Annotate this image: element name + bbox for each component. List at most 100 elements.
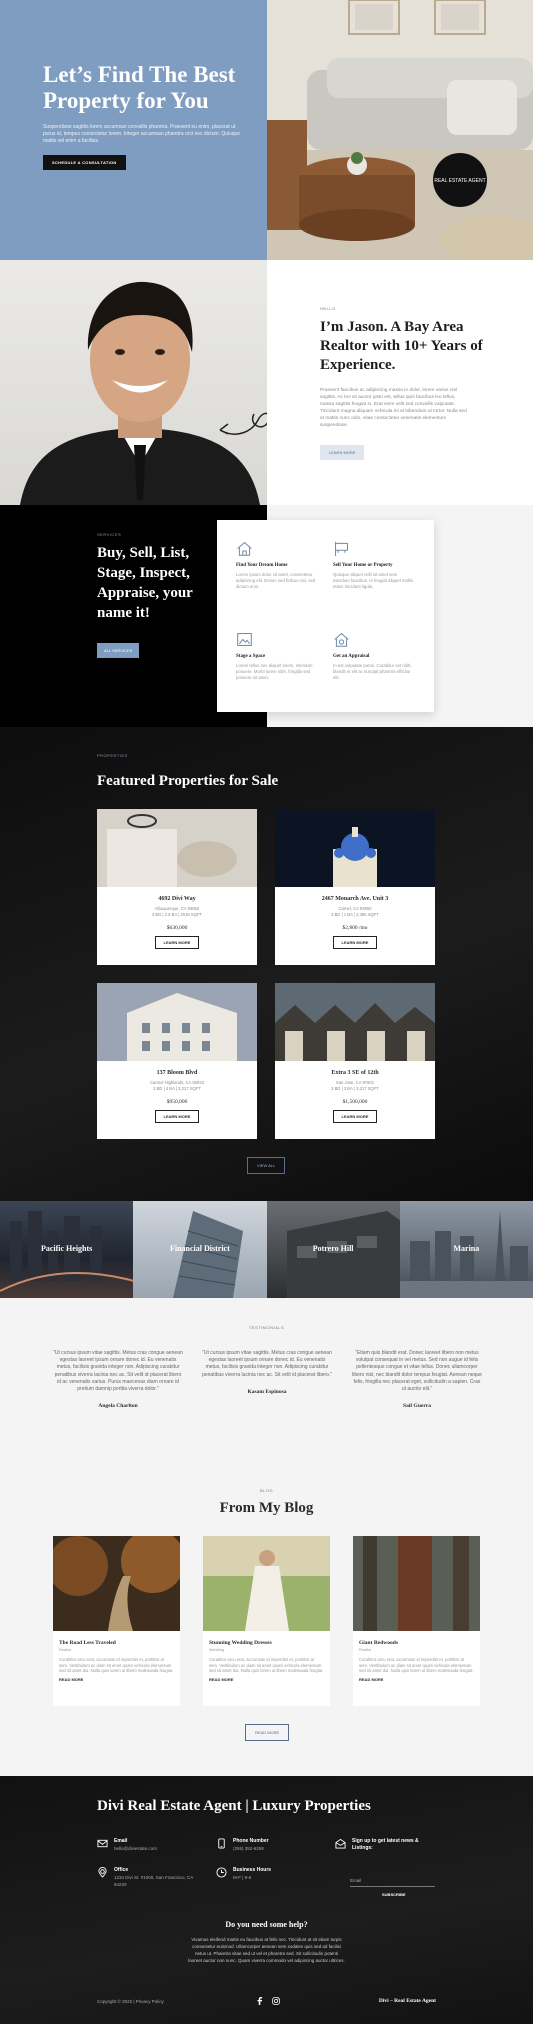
- property-name: 137 Bloom Blvd: [156, 1070, 198, 1076]
- all-services-button[interactable]: ALL SERVICES: [97, 643, 140, 658]
- hero-section: Let’s Find The Best Property for You Sus…: [0, 0, 533, 260]
- newsletter-label: Sign up to get latest news & Listings:: [352, 1838, 419, 1851]
- footer-section: Divi Real Estate Agent | Luxury Properti…: [0, 1776, 533, 2024]
- property-learn-more-button[interactable]: LEARN MORE: [155, 936, 199, 949]
- badge-text: REAL ESTATE AGENT: [434, 178, 485, 184]
- service-title: Find Your Dream Home: [236, 563, 288, 568]
- email-value[interactable]: hello@diviestate.com: [114, 1846, 157, 1853]
- subscribe-button[interactable]: SUBSCRIBE: [382, 1892, 406, 1897]
- blog-read-more-link[interactable]: READ MORE: [359, 1677, 474, 1682]
- testimonials-eyebrow: TESTIMONIALS: [248, 1325, 285, 1330]
- footer-title: Divi Real Estate Agent | Luxury Properti…: [97, 1798, 371, 1814]
- property-image: [275, 809, 435, 887]
- property-card[interactable]: Extra 3 SE of 12th San Jose, CA 97601 3 …: [275, 983, 435, 1139]
- footer-email: Email hello@diviestate.com: [97, 1838, 157, 1853]
- envelope-icon: [97, 1839, 108, 1848]
- about-title: I’m Jason. A Bay Area Realtor with 10+ Y…: [320, 319, 483, 373]
- featured-properties-section: PROPERTIES Featured Properties for Sale …: [0, 727, 533, 1201]
- blog-read-more-button[interactable]: READ MORE: [245, 1724, 290, 1741]
- about-section: HELLO I’m Jason. A Bay Area Realtor with…: [0, 260, 533, 505]
- hero-title: Let’s Find The Best Property for You: [43, 62, 236, 113]
- property-learn-more-button[interactable]: LEARN MORE: [333, 936, 377, 949]
- property-learn-more-button[interactable]: LEARN MORE: [333, 1110, 377, 1123]
- neighborhood-tile[interactable]: Pacific Heights: [0, 1201, 134, 1298]
- testimonial-author: Angela Charlton: [98, 1403, 138, 1410]
- location-icon: [98, 1867, 107, 1878]
- properties-title: Featured Properties for Sale: [97, 773, 279, 789]
- services-eyebrow: SERVICES: [97, 532, 122, 537]
- property-price: $630,000: [166, 925, 188, 931]
- newsletter-email-input[interactable]: Email: [350, 1878, 435, 1887]
- blog-post-excerpt: Curabitur arcu erat, accumsan id imperdi…: [209, 1657, 324, 1673]
- blog-post-category: Realtor: [359, 1648, 372, 1652]
- about-learn-more-button[interactable]: LEARN MORE: [320, 445, 365, 460]
- hero-text-panel: Let’s Find The Best Property for You Sus…: [0, 0, 267, 260]
- service-text: Lorem tellus nec aliquet lorem, interdum…: [236, 663, 313, 680]
- schedule-consultation-button[interactable]: SCHEDULE A CONSULTATION: [43, 155, 126, 170]
- property-specs: 3 BD | 2.5 BA | 2015 SQFT: [151, 912, 203, 917]
- property-name: 4692 Divi Way: [158, 896, 196, 902]
- service-text: In est vulputate purus. Curabitur est ni…: [333, 663, 412, 680]
- testimonial-item: “Ut cursus ipsum vitae sagittis. Metus c…: [53, 1350, 183, 1409]
- neighborhood-name: Potrero Hill: [312, 1244, 354, 1253]
- view-all-button[interactable]: VIEW ALL: [247, 1157, 286, 1174]
- copyright-text: Copyright © 2022 | Privacy Policy: [97, 1999, 164, 2004]
- blog-post-excerpt: Curabitur arcu erat, accumsan id imperdi…: [359, 1657, 474, 1673]
- hours-value: M-F | 9-6: [233, 1875, 252, 1880]
- service-title: Get an Appraisal: [333, 654, 370, 659]
- neighborhood-name: Financial District: [169, 1244, 230, 1253]
- portrait-illustration: [20, 281, 260, 505]
- neighborhood-tile[interactable]: Potrero Hill: [266, 1201, 400, 1298]
- realtor-portrait: [0, 260, 267, 505]
- blog-post-excerpt: Curabitur arcu erat, accumsan id imperdi…: [59, 1657, 174, 1673]
- blog-card[interactable]: The Road Less Traveled Realtor Curabitur…: [53, 1536, 180, 1706]
- footer-brand: Divi – Real Estate Agent: [378, 1998, 436, 2004]
- neighborhoods-section: Pacific Heights Financial District Potre…: [0, 1201, 533, 1298]
- help-text: Vivamus eleifend mattis eu faucibus at f…: [188, 1937, 345, 1963]
- services-card: Find Your Dream Home Lorem ipsum dolor s…: [217, 520, 434, 712]
- property-card[interactable]: 137 Bloom Blvd Carmel Highlands, CA 9392…: [97, 983, 257, 1139]
- neighborhood-tile[interactable]: Financial District: [133, 1201, 267, 1298]
- blog-post-title: Stunning Wedding Dresses: [209, 1640, 272, 1646]
- clock-icon: [216, 1867, 227, 1878]
- footer-phone: Phone Number (255) 352-6258: [216, 1838, 269, 1853]
- blog-post-category: Wedding: [209, 1648, 224, 1652]
- appraisal-icon: [334, 632, 349, 647]
- blog-section: BLOG From My Blog The Road Less Traveled…: [0, 1478, 533, 1776]
- phone-icon: [218, 1838, 225, 1849]
- property-card[interactable]: 4692 Divi Way Albuquerque, CA 93652 3 BD…: [97, 809, 257, 965]
- phone-value[interactable]: (255) 352-6258: [233, 1846, 269, 1853]
- testimonial-quote: “Ut cursus ipsum vitae sagittis. Metus c…: [53, 1350, 183, 1393]
- property-price: $2,800 /mo: [342, 925, 368, 931]
- blog-card[interactable]: Stunning Wedding Dresses Wedding Curabit…: [203, 1536, 330, 1706]
- blog-card[interactable]: Giant Redwoods Realtor Curabitur arcu er…: [353, 1536, 480, 1706]
- instagram-icon[interactable]: [272, 1997, 280, 2005]
- service-text: Quisque aliquet velit sit amet sem inter…: [333, 572, 414, 589]
- blog-eyebrow: BLOG: [259, 1488, 274, 1493]
- property-image: [97, 983, 257, 1061]
- service-item: Get an Appraisal In est vulputate purus.…: [333, 631, 415, 712]
- facebook-icon[interactable]: [256, 1997, 263, 2005]
- property-card[interactable]: 2467 Monarch Ave. Unit 3 Carnel, CA 9395…: [275, 809, 435, 965]
- property-price: $950,000: [166, 1099, 188, 1105]
- service-title: Stage a Space: [236, 654, 266, 659]
- blog-read-more-link[interactable]: READ MORE: [59, 1677, 174, 1682]
- blog-read-more-link[interactable]: READ MORE: [209, 1677, 324, 1682]
- neighborhood-name: Marina: [453, 1244, 480, 1253]
- testimonial-quote: “Ut cursus ipsum vitae sagittis. Metus c…: [202, 1350, 332, 1378]
- email-label: Email: [114, 1838, 128, 1844]
- property-learn-more-button[interactable]: LEARN MORE: [155, 1110, 199, 1123]
- neighborhood-tile[interactable]: Marina: [399, 1201, 533, 1298]
- properties-eyebrow: PROPERTIES: [97, 753, 128, 758]
- blog-title: From My Blog: [219, 1500, 314, 1516]
- blog-post-title: The Road Less Traveled: [59, 1640, 116, 1646]
- property-specs: 3 BD | 4 BA | 3,217 SQFT: [153, 1086, 201, 1091]
- footer-newsletter: Sign up to get latest news & Listings:: [335, 1838, 422, 1852]
- arrow-doodle-icon: [219, 412, 267, 435]
- blog-image: [53, 1536, 180, 1631]
- frame-icon: [237, 633, 252, 646]
- service-item: Find Your Dream Home Lorem ipsum dolor s…: [236, 540, 318, 621]
- neighborhood-name: Pacific Heights: [40, 1244, 93, 1253]
- blog-post-title: Giant Redwoods: [359, 1640, 398, 1646]
- help-title: Do you need some help?: [225, 1920, 308, 1929]
